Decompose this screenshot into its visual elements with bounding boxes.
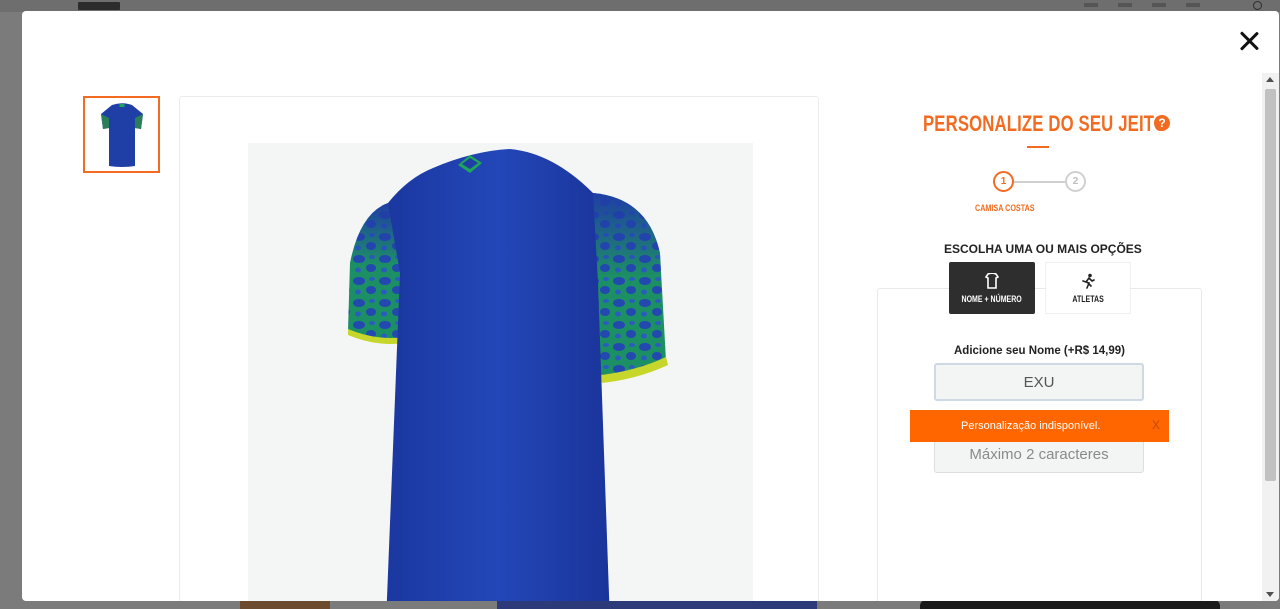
step-1-label: CAMISA COSTAS: [975, 203, 1035, 213]
option-athletes-label: ATLETAS: [1072, 293, 1104, 304]
title-divider: [1027, 146, 1049, 148]
option-name-number-button[interactable]: NOME + NÚMERO: [949, 262, 1035, 314]
step-connector: [1014, 181, 1065, 183]
jersey-icon: [985, 272, 999, 289]
background-product-card: [240, 600, 330, 609]
jersey-back-image: [348, 149, 668, 601]
jersey-thumbnail-image: [100, 102, 143, 167]
name-field-label: Adicione seu Nome (+R$ 14,99): [954, 345, 1125, 357]
toast-close-button[interactable]: X: [1152, 418, 1160, 432]
background-product-card: [920, 600, 1220, 609]
close-icon[interactable]: [1236, 28, 1262, 54]
customization-modal: PERSONALIZE DO SEU JEITO ? 1 2 CAMISA CO…: [22, 11, 1279, 601]
product-image: [248, 143, 753, 601]
toast-message: Personalização indisponível.: [961, 420, 1101, 432]
step-1-indicator[interactable]: 1: [993, 171, 1014, 192]
runner-icon: [1082, 273, 1095, 289]
background-product-card: [497, 600, 817, 609]
options-heading: ESCOLHA UMA OU MAIS OPÇÕES: [944, 242, 1142, 256]
help-icon[interactable]: ?: [1154, 115, 1170, 131]
scroll-up-arrow-icon[interactable]: [1266, 77, 1274, 82]
error-toast: Personalização indisponível. X: [910, 410, 1169, 442]
customizer-title: PERSONALIZE DO SEU JEITO: [923, 111, 1167, 136]
background-nav-links: [1084, 3, 1200, 7]
product-image-viewer: [179, 96, 819, 601]
option-name-number-label: NOME + NÚMERO: [961, 293, 1023, 304]
name-input[interactable]: [934, 363, 1144, 401]
option-athletes-button[interactable]: ATLETAS: [1045, 262, 1131, 314]
scrollbar-thumb[interactable]: [1265, 89, 1276, 481]
scroll-down-arrow-icon[interactable]: [1266, 592, 1274, 597]
background-logo: [78, 2, 120, 10]
background-search-icon: [1253, 1, 1262, 10]
product-thumbnail[interactable]: [83, 96, 160, 173]
modal-scrollbar[interactable]: [1262, 73, 1279, 601]
step-2-indicator[interactable]: 2: [1065, 171, 1086, 192]
